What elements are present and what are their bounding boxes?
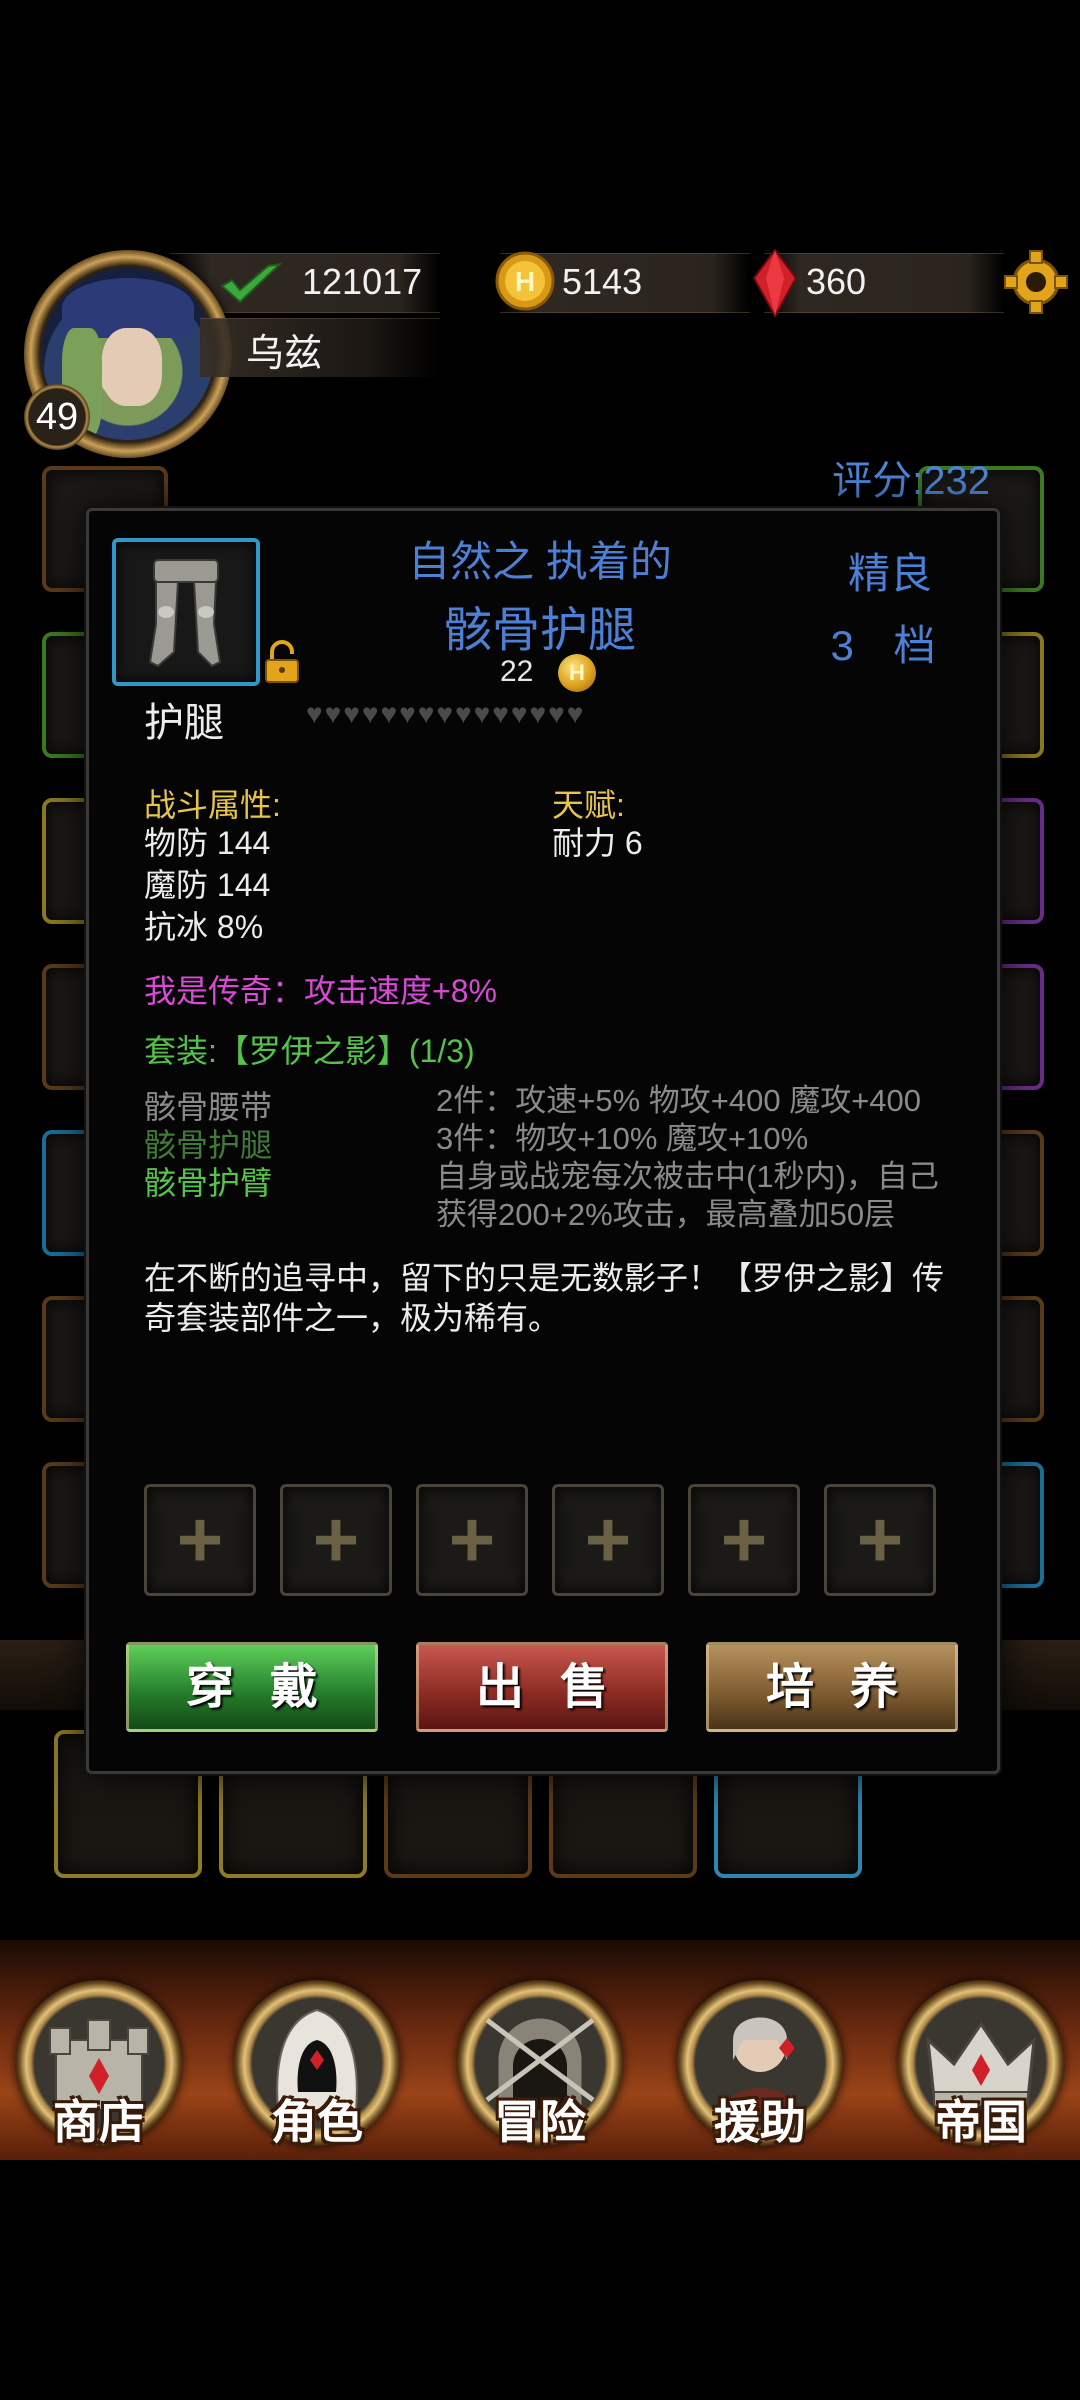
item-name: 骸骨护腿 [443,604,636,657]
talent-label: 天赋: [552,787,625,823]
red-gem-icon [752,248,798,318]
set-piece: 骸骨护臂 [144,1165,273,1201]
sell-button[interactable]: 出售 [416,1642,668,1732]
item-quality: 精良 [847,550,932,597]
check-icon [220,262,284,304]
plus-icon: + [720,1495,768,1584]
gold-value: 5143 [562,261,643,302]
talent-line: 耐力 6 [552,825,643,861]
plus-icon: + [584,1495,632,1584]
plus-icon: + [448,1495,496,1584]
set-bonus: 自身或战宠每次被击中(1秒内)，自己获得200+2%攻击，最高叠加50层 [436,1159,939,1232]
leg-armor-icon [148,559,222,668]
player-name: 乌兹 [246,333,323,375]
set-bonus: 3件：物攻+10% 魔攻+10% [436,1121,809,1156]
set-bonus: 2件：攻速+5% 物攻+400 魔攻+400 [436,1083,922,1118]
item-icon [112,538,260,686]
nav-shop-label[interactable]: 商店 [16,2086,182,2152]
nav-character-label[interactable]: 角色 [234,2086,400,2152]
gem-socket[interactable]: + [144,1484,256,1596]
train-button[interactable]: 培养 [706,1642,958,1732]
gem-bar [764,253,1004,313]
gem-socket[interactable]: + [688,1484,800,1596]
gear-icon[interactable] [1000,250,1072,314]
score-label: 评分:232 [832,459,990,503]
item-price: 22 [500,655,534,688]
svg-text:H: H [515,266,535,297]
plus-icon: + [176,1495,224,1584]
coin-icon: H [558,654,596,692]
item-prefix: 自然之 执着的 [408,538,672,585]
plus-icon: + [856,1495,904,1584]
stat-line: 物防 144 [144,825,271,861]
stat-line: 魔防 144 [144,867,271,903]
stat-line: 抗冰 8% [144,909,264,945]
power-value: 121017 [302,261,423,302]
wear-button[interactable]: 穿戴 [126,1642,378,1732]
gem-socket[interactable]: + [552,1484,664,1596]
combat-stats-label: 战斗属性: [144,787,281,823]
gem-socket[interactable]: + [280,1484,392,1596]
nav-adventure-label[interactable]: 冒险 [457,2086,623,2152]
item-slot-type: 护腿 [144,701,224,745]
level-badge: 49 [24,384,90,450]
item-tier: 3 档 [830,622,950,669]
item-description: 在不断的追寻中，留下的只是无数影子！【罗伊之影】传奇套装部件之一，极为稀有。 [144,1260,945,1336]
gem-socket[interactable]: + [416,1484,528,1596]
legendary-bonus: 我是传奇：攻击速度+8% [144,973,497,1009]
lock-icon[interactable] [262,640,302,684]
enhance-hearts: ♥♥♥♥♥♥♥♥♥♥♥♥♥♥♥ [306,698,586,729]
gem-value: 360 [806,261,867,302]
nav-empire-label[interactable]: 帝国 [898,2086,1064,2152]
nav-assist-label[interactable]: 援助 [677,2086,843,2152]
gem-socket[interactable]: + [824,1484,936,1596]
coin-icon: H [495,251,555,311]
plus-icon: + [312,1495,360,1584]
set-title: 套装:【罗伊之影】(1/3) [144,1033,475,1069]
